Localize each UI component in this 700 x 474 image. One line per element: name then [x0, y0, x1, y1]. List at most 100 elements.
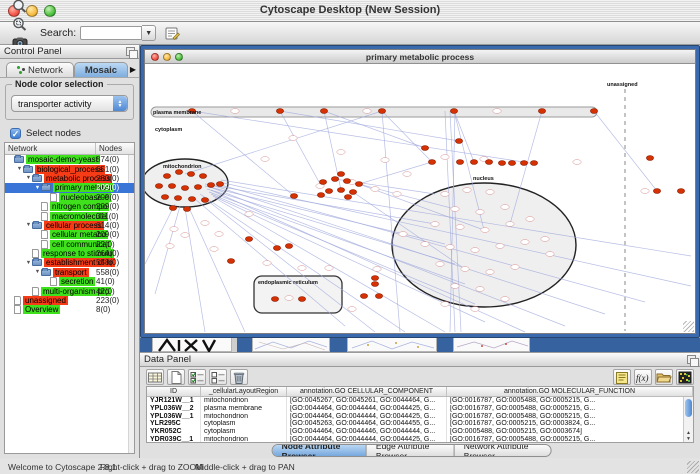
network-node[interactable] — [436, 262, 444, 267]
node-color-dropdown[interactable]: transporter activity ▲▼ — [11, 95, 128, 112]
tree-row[interactable]: ▼biological_process651(0) — [5, 164, 134, 173]
network-node[interactable] — [520, 161, 527, 166]
overview-window-fragment[interactable] — [152, 338, 232, 352]
network-node[interactable] — [320, 109, 327, 114]
table-row[interactable]: YDR039C__1mitochondrion[GO:0044464, GO:0… — [147, 436, 693, 443]
network-node[interactable] — [393, 192, 401, 197]
tree-row[interactable]: response to stimulu264(0) — [5, 249, 134, 258]
network-node[interactable] — [168, 184, 175, 189]
background-window-fragment[interactable] — [237, 338, 252, 352]
table-row[interactable]: YPL036W__2plasma membrane[GO:0044464, GO… — [147, 405, 693, 413]
network-node[interactable] — [421, 146, 428, 151]
network-node[interactable] — [493, 109, 501, 114]
network-node[interactable] — [441, 155, 449, 160]
table-scrollbar[interactable]: ▲▼ — [683, 397, 693, 442]
network-node[interactable] — [331, 177, 338, 182]
background-window-fragment[interactable] — [530, 338, 700, 352]
tree-row[interactable]: Overview8(0) — [5, 305, 134, 314]
expand-arrow-icon[interactable]: ▼ — [34, 185, 41, 191]
network-node[interactable] — [325, 266, 333, 271]
tree-row[interactable]: ▼primary metabol209(0) — [5, 183, 134, 192]
network-node[interactable] — [431, 222, 439, 227]
tree-row[interactable]: multi-organism pro42(0) — [5, 286, 134, 295]
background-window-fragment[interactable] — [437, 338, 453, 352]
tab-node-attribute-browser[interactable]: Node Attribute Browser — [273, 445, 367, 456]
network-node[interactable] — [289, 136, 297, 141]
table-row[interactable]: YKR052Ccytoplasm[GO:0044464, GO:0044446,… — [147, 428, 693, 436]
network-node[interactable] — [273, 246, 280, 251]
network-node[interactable] — [210, 247, 218, 252]
expand-arrow-icon[interactable]: ▼ — [34, 269, 41, 275]
network-node[interactable] — [337, 172, 344, 177]
network-node[interactable] — [363, 109, 371, 114]
network-node[interactable] — [641, 189, 649, 194]
tree-row[interactable]: nucleobase-c209(0) — [5, 193, 134, 202]
network-window-titlebar[interactable]: primary metabolic process — [145, 50, 695, 64]
network-node[interactable] — [486, 190, 494, 195]
tree-row[interactable]: ▼cellular process614(0) — [5, 221, 134, 230]
tab-mosaic[interactable]: Mosaic — [74, 62, 128, 77]
zoom-fit-icon[interactable] — [10, 15, 30, 33]
network-node[interactable] — [263, 261, 271, 266]
column-header[interactable]: _cellularLayoutRegion — [201, 387, 287, 396]
network-node[interactable] — [319, 180, 326, 185]
network-node[interactable] — [371, 282, 378, 287]
expand-arrow-icon[interactable]: ▼ — [25, 260, 32, 266]
network-node[interactable] — [216, 182, 223, 187]
network-node[interactable] — [194, 185, 201, 190]
network-node[interactable] — [161, 195, 168, 200]
network-node[interactable] — [428, 160, 435, 165]
tree-row[interactable]: macromolecule311(0) — [5, 211, 134, 220]
network-node[interactable] — [501, 297, 509, 302]
tree-row[interactable]: ▼transport558(0) — [5, 268, 134, 277]
network-node[interactable] — [371, 187, 379, 192]
network-node[interactable] — [446, 245, 454, 250]
network-node[interactable] — [451, 207, 459, 212]
new-attribute-icon[interactable] — [167, 369, 185, 385]
network-node[interactable] — [188, 197, 195, 202]
network-node[interactable] — [271, 297, 278, 302]
network-node[interactable] — [373, 267, 381, 272]
table-row[interactable]: YPL036W__1mitochondrion[GO:0044464, GO:0… — [147, 413, 693, 421]
network-node[interactable] — [285, 296, 293, 301]
network-node[interactable] — [538, 109, 545, 114]
network-node[interactable] — [521, 240, 529, 245]
column-header[interactable]: annotation.GO MOLECULAR_FUNCTION — [447, 387, 693, 396]
network-node[interactable] — [456, 160, 463, 165]
network-node[interactable] — [227, 259, 234, 264]
tab-edge-attribute-browser[interactable]: Edge Attribute Browser — [367, 445, 455, 456]
network-node[interactable] — [187, 172, 194, 177]
delete-attribute-icon[interactable] — [230, 369, 248, 385]
network-node[interactable] — [530, 161, 537, 166]
network-node[interactable] — [181, 233, 189, 238]
network-node[interactable] — [215, 232, 223, 237]
network-node[interactable] — [349, 190, 356, 195]
select-nodes-checkbox[interactable]: ✓ — [10, 128, 21, 139]
network-node[interactable] — [421, 242, 429, 247]
tree-row[interactable]: ▼metabolic process280(0) — [5, 174, 134, 183]
network-node[interactable] — [381, 158, 389, 163]
float-panel-icon[interactable] — [687, 355, 696, 364]
window-resize-grip[interactable] — [687, 461, 699, 473]
float-panel-icon[interactable] — [126, 47, 135, 56]
network-node[interactable] — [325, 189, 332, 194]
table-scrollbar-arrows[interactable]: ▲▼ — [684, 430, 693, 442]
network-node[interactable] — [471, 307, 479, 312]
network-node[interactable] — [455, 139, 462, 144]
unselect-all-icon[interactable] — [209, 369, 227, 385]
network-node[interactable] — [508, 161, 515, 166]
background-window-fragment[interactable] — [347, 338, 437, 352]
network-node[interactable] — [371, 276, 378, 281]
network-node[interactable] — [317, 193, 324, 198]
network-node[interactable] — [486, 270, 494, 275]
background-window-fragment[interactable] — [330, 338, 347, 352]
network-node[interactable] — [541, 237, 549, 242]
network-node[interactable] — [653, 189, 660, 194]
tree-row[interactable]: cell communicat22(0) — [5, 240, 134, 249]
network-node[interactable] — [506, 222, 514, 227]
tree-row[interactable]: unassigned223(0) — [5, 296, 134, 305]
tree-row[interactable]: ▼establishment of lo558(0) — [5, 258, 134, 267]
network-node[interactable] — [485, 160, 492, 165]
network-node[interactable] — [403, 172, 411, 177]
table-scrollbar-thumb[interactable] — [685, 399, 692, 417]
